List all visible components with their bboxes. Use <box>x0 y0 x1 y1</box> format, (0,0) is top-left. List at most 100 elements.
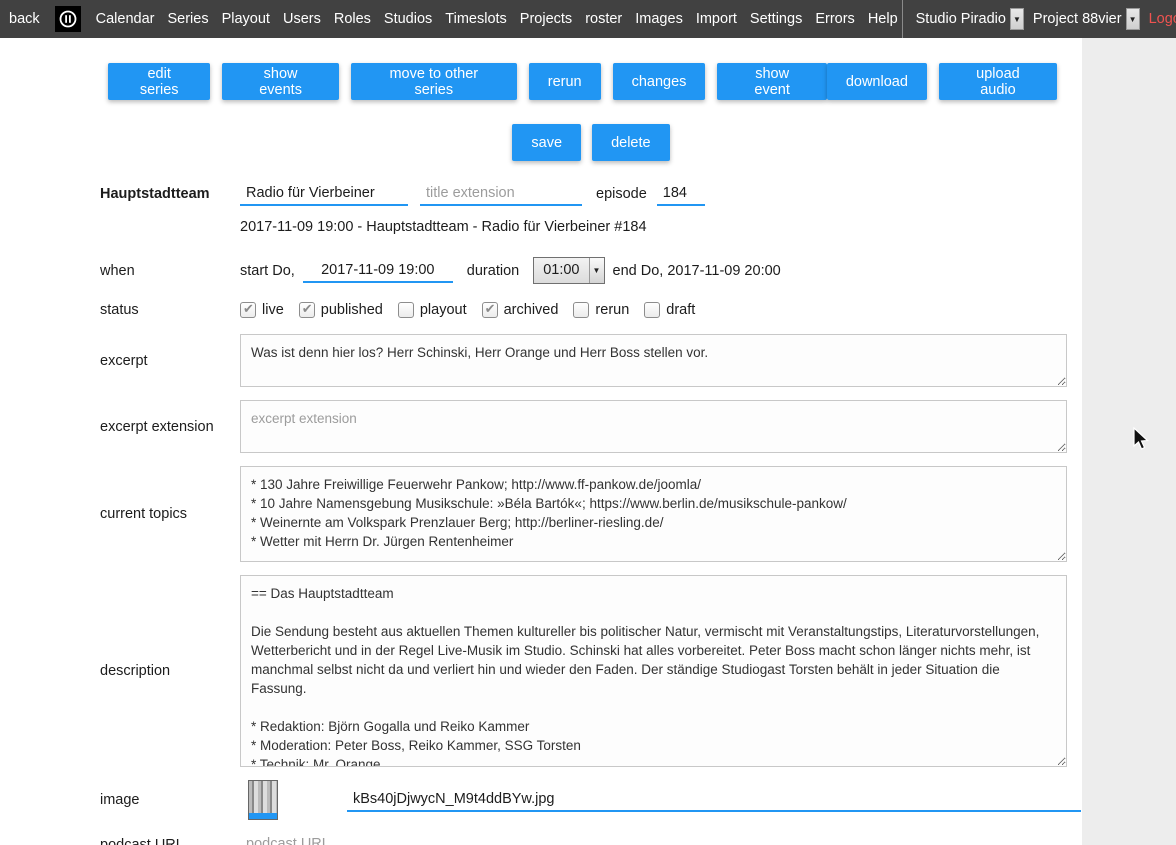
duration-select-value: 01:00 <box>534 258 588 283</box>
episode-label: episode <box>596 186 647 202</box>
project-select-value: Project 88vier <box>1033 11 1122 27</box>
nav-menu-item[interactable]: Calendar <box>96 11 155 27</box>
title-extension-input[interactable] <box>420 182 582 206</box>
excerpt-extension-label: excerpt extension <box>100 419 240 435</box>
toolbar-button[interactable]: show event <box>717 63 826 100</box>
podcast-url-input[interactable] <box>240 833 1067 845</box>
piradio-logo-icon[interactable] <box>55 6 81 32</box>
excerpt-extension-row: excerpt extension <box>100 400 1082 453</box>
broadcast-form: Hauptstadtteam episode 2017-11-09 19:00 … <box>0 182 1082 845</box>
nav-menu-item[interactable]: Errors <box>815 11 854 27</box>
checkbox[interactable] <box>573 302 589 318</box>
duration-label: duration <box>467 263 519 279</box>
series-name-label: Hauptstadtteam <box>100 186 240 202</box>
checkbox-label: rerun <box>595 302 629 318</box>
status-option: live <box>240 302 284 318</box>
current-topics-row: current topics * 130 Jahre Freiwillige F… <box>100 466 1082 562</box>
when-row: when start Do, duration 01:00 ▼ end Do, … <box>100 257 1082 284</box>
start-datetime-input[interactable] <box>303 259 453 283</box>
toolbar-button[interactable]: upload audio <box>939 63 1057 100</box>
status-row: status live published playout <box>100 302 1082 318</box>
chevron-down-icon[interactable]: ▼ <box>1010 8 1024 30</box>
status-option: rerun <box>573 302 629 318</box>
nav-menu-item[interactable]: Roles <box>334 11 371 27</box>
current-topics-label: current topics <box>100 506 240 522</box>
status-option: draft <box>644 302 695 318</box>
toolbar-button[interactable]: edit series <box>108 63 210 100</box>
status-option: archived <box>482 302 559 318</box>
toolbar-button[interactable]: delete <box>592 124 670 161</box>
nav-menu-item[interactable]: Series <box>167 11 208 27</box>
nav-left-group: back Calendar Series Playout Users Roles… <box>9 6 898 32</box>
broadcast-summary: 2017-11-09 19:00 - Hauptstadtteam - Radi… <box>240 219 1082 235</box>
image-thumbnail[interactable] <box>248 780 278 820</box>
title-row: Hauptstadtteam episode <box>100 182 1082 206</box>
checkbox[interactable] <box>644 302 660 318</box>
nav-menu-item[interactable]: Images <box>635 11 683 27</box>
podcast-url-row: podcast URL <box>100 833 1082 845</box>
nav-menu-item[interactable]: Users <box>283 11 321 27</box>
image-row: image <box>100 780 1082 820</box>
status-option: published <box>299 302 383 318</box>
studio-select[interactable]: Studio Piradio ▼ <box>916 8 1024 30</box>
excerpt-row: excerpt Was ist denn hier los? Herr Schi… <box>100 334 1082 387</box>
toolbar-button[interactable]: move to other series <box>351 63 517 100</box>
project-select[interactable]: Project 88vier ▼ <box>1033 8 1140 30</box>
nav-menu-item[interactable]: Settings <box>750 11 802 27</box>
when-label: when <box>100 263 240 279</box>
toolbar-button[interactable]: download <box>827 63 927 100</box>
nav-menu-item[interactable]: Playout <box>222 11 270 27</box>
toolbar-row-2: save delete <box>108 124 1074 161</box>
checkbox-label: live <box>262 302 284 318</box>
toolbar-row-1: edit series show events move to other se… <box>108 63 1057 100</box>
studio-select-value: Studio Piradio <box>916 11 1006 27</box>
podcast-url-label: podcast URL <box>100 837 240 845</box>
description-label: description <box>100 663 240 679</box>
toolbar-button[interactable]: rerun <box>529 63 601 100</box>
checkbox-label: draft <box>666 302 695 318</box>
toolbar-right-buttons: download upload audio <box>827 63 1057 100</box>
logout-button[interactable]: Logout <box>1149 11 1176 27</box>
status-option: playout <box>398 302 467 318</box>
top-nav: back Calendar Series Playout Users Roles… <box>0 0 1176 38</box>
checkbox-label: published <box>321 302 383 318</box>
checkbox[interactable] <box>398 302 414 318</box>
excerpt-extension-textarea[interactable] <box>240 400 1067 453</box>
description-textarea[interactable]: == Das Hauptstadtteam Die Sendung besteh… <box>240 575 1067 767</box>
current-topics-textarea[interactable]: * 130 Jahre Freiwillige Feuerwehr Pankow… <box>240 466 1067 562</box>
nav-menu-item[interactable]: Help <box>868 11 898 27</box>
image-filename-input[interactable] <box>347 788 1081 812</box>
toolbar-left-buttons: edit series show events move to other se… <box>108 63 827 100</box>
description-row: description == Das Hauptstadtteam Die Se… <box>100 575 1082 767</box>
checkbox[interactable] <box>299 302 315 318</box>
nav-right-group: Studio Piradio ▼ Project 88vier ▼ Logout… <box>898 0 1176 38</box>
nav-menu-item[interactable]: Projects <box>520 11 572 27</box>
nav-menu-item[interactable]: Timeslots <box>445 11 507 27</box>
excerpt-textarea[interactable]: Was ist denn hier los? Herr Schinski, He… <box>240 334 1067 387</box>
episode-input[interactable] <box>657 182 705 206</box>
nav-divider <box>902 0 903 38</box>
toolbar-button[interactable]: show events <box>222 63 338 100</box>
checkbox[interactable] <box>240 302 256 318</box>
toolbar-button[interactable]: changes <box>613 63 706 100</box>
toolbar-button[interactable]: save <box>512 124 581 161</box>
nav-menu-item[interactable]: Import <box>696 11 737 27</box>
status-checkboxes: live published playout archived <box>240 302 695 318</box>
title-input[interactable] <box>240 182 408 206</box>
duration-select[interactable]: 01:00 ▼ <box>533 257 604 284</box>
nav-menu-item[interactable]: Studios <box>384 11 432 27</box>
status-label: status <box>100 302 240 318</box>
chevron-down-icon[interactable]: ▼ <box>1126 8 1140 30</box>
image-label: image <box>100 792 240 808</box>
excerpt-label: excerpt <box>100 353 240 369</box>
main-content: edit series show events move to other se… <box>0 38 1082 845</box>
nav-menu: Calendar Series Playout Users Roles Stud… <box>96 11 898 27</box>
back-button[interactable]: back <box>9 11 40 27</box>
chevron-down-icon[interactable]: ▼ <box>589 258 604 283</box>
end-datetime-label: end Do, 2017-11-09 20:00 <box>613 263 781 279</box>
nav-menu-item[interactable]: roster <box>585 11 622 27</box>
start-prefix-label: start Do, <box>240 263 295 279</box>
checkbox-label: archived <box>504 302 559 318</box>
checkbox[interactable] <box>482 302 498 318</box>
checkbox-label: playout <box>420 302 467 318</box>
